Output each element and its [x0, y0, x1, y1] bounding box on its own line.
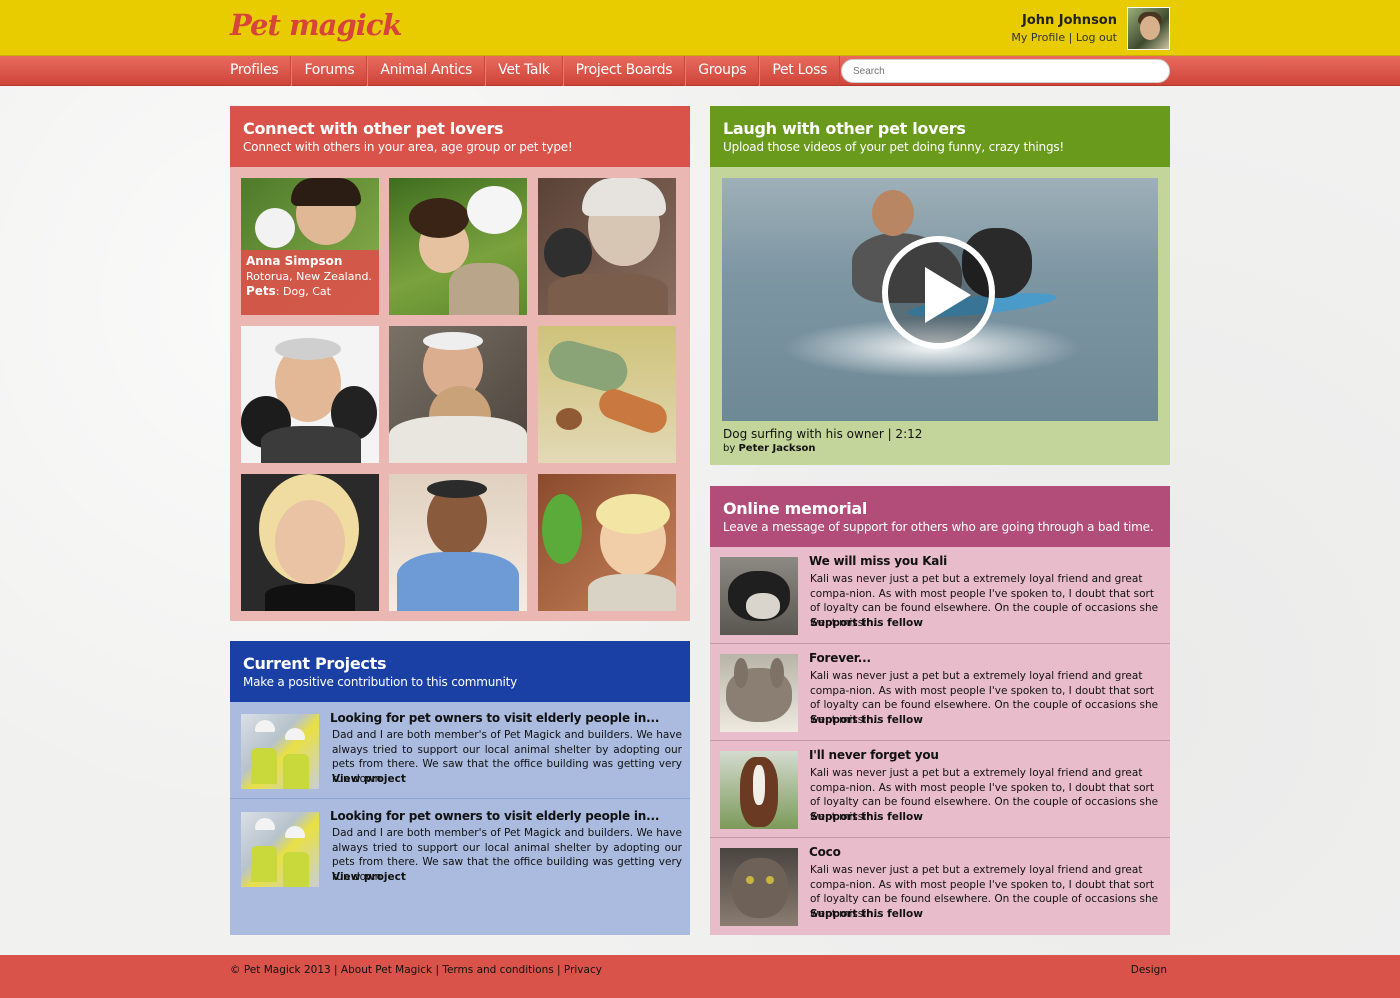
- video-author: by Peter Jackson: [723, 443, 816, 454]
- projects-panel: Current Projects Make a positive contrib…: [230, 641, 690, 935]
- video-author-name[interactable]: Peter Jackson: [738, 443, 815, 454]
- memorial-title-text[interactable]: Coco: [809, 845, 841, 859]
- terms-link[interactable]: Terms and conditions: [442, 964, 553, 976]
- support-link[interactable]: Support this fellow: [810, 714, 923, 726]
- memorial-thumbnail[interactable]: [720, 557, 798, 635]
- support-link[interactable]: Support this fellow: [810, 617, 923, 629]
- avatar[interactable]: [1127, 7, 1170, 50]
- connect-panel-header: Connect with other pet lovers Connect wi…: [230, 106, 690, 167]
- site-logo[interactable]: Pet magick: [230, 8, 402, 42]
- project-thumbnail[interactable]: [241, 714, 319, 789]
- projects-panel-header: Current Projects Make a positive contrib…: [230, 641, 690, 702]
- featured-profile-name[interactable]: Anna Simpson: [246, 254, 342, 268]
- profile-tile[interactable]: Anna Simpson Rotorua, New Zealand. Pets:…: [241, 178, 379, 315]
- user-links: My Profile | Log out: [1011, 31, 1117, 44]
- privacy-link[interactable]: Privacy: [564, 964, 602, 976]
- laugh-panel: Laugh with other pet lovers Upload those…: [710, 106, 1170, 465]
- memorial-item: Coco Kali was never just a pet but a ext…: [710, 838, 1170, 935]
- footer-separator: |: [432, 964, 443, 976]
- memorial-thumbnail[interactable]: [720, 848, 798, 926]
- featured-profile-card: Anna Simpson Rotorua, New Zealand. Pets:…: [241, 250, 379, 315]
- nav-item-vet-talk[interactable]: Vet Talk: [485, 56, 563, 86]
- video-player[interactable]: [722, 178, 1158, 421]
- design-link[interactable]: Design: [1131, 964, 1167, 976]
- search-input[interactable]: [841, 59, 1170, 83]
- projects-subtitle: Make a positive contribution to this com…: [243, 675, 518, 689]
- laugh-title[interactable]: Laugh with other pet lovers: [723, 119, 1157, 138]
- project-title[interactable]: Looking for pet owners to visit elderly …: [330, 711, 659, 725]
- my-profile-link[interactable]: My Profile: [1011, 31, 1065, 44]
- project-title[interactable]: Looking for pet owners to visit elderly …: [330, 809, 659, 823]
- project-item: Looking for pet owners to visit elderly …: [230, 800, 690, 897]
- memorial-subtitle: Leave a message of support for others wh…: [723, 520, 1154, 534]
- log-out-link[interactable]: Log out: [1076, 31, 1117, 44]
- profile-tile[interactable]: [389, 474, 527, 611]
- memorial-title[interactable]: Online memorial: [723, 499, 1157, 518]
- project-item: Looking for pet owners to visit elderly …: [230, 702, 690, 799]
- connect-panel: Connect with other pet lovers Connect wi…: [230, 106, 690, 621]
- profile-tile[interactable]: [389, 326, 527, 463]
- nav-item-project-boards[interactable]: Project Boards: [562, 56, 686, 86]
- top-header: Pet magick John Johnson My Profile | Log…: [0, 0, 1400, 56]
- nav-item-forums[interactable]: Forums: [291, 56, 368, 86]
- connect-title[interactable]: Connect with other pet lovers: [243, 119, 677, 138]
- laugh-subtitle: Upload those videos of your pet doing fu…: [723, 140, 1065, 154]
- footer-separator: |: [553, 964, 564, 976]
- user-name[interactable]: John Johnson: [1022, 13, 1117, 28]
- video-by-label: by: [723, 443, 739, 454]
- featured-profile-pets: : Dog, Cat: [275, 285, 331, 298]
- profile-tile[interactable]: [241, 474, 379, 611]
- memorial-item: We will miss you Kali Kali was never jus…: [710, 547, 1170, 644]
- laugh-panel-header: Laugh with other pet lovers Upload those…: [710, 106, 1170, 167]
- view-project-link[interactable]: View project: [332, 871, 406, 883]
- connect-subtitle: Connect with others in your area, age gr…: [243, 140, 573, 154]
- memorial-item: I'll never forget you Kali was never jus…: [710, 741, 1170, 838]
- profile-tile[interactable]: [538, 326, 676, 463]
- featured-profile-pets-label: Pets: [246, 284, 276, 298]
- profile-tile[interactable]: [241, 326, 379, 463]
- copyright: © Pet Magick 2013: [230, 964, 331, 976]
- nav-items: Profiles Forums Animal Antics Vet Talk P…: [230, 56, 841, 86]
- nav-item-profiles[interactable]: Profiles: [230, 56, 292, 86]
- nav-item-animal-antics[interactable]: Animal Antics: [367, 56, 486, 86]
- memorial-title-text[interactable]: We will miss you Kali: [809, 554, 947, 568]
- profile-tile[interactable]: [538, 474, 676, 611]
- play-icon[interactable]: [882, 236, 995, 349]
- memorial-panel-header: Online memorial Leave a message of suppo…: [710, 486, 1170, 547]
- project-thumbnail[interactable]: [241, 812, 319, 887]
- footer-links: © Pet Magick 2013 | About Pet Magick | T…: [230, 964, 602, 976]
- memorial-title-text[interactable]: I'll never forget you: [809, 748, 939, 762]
- memorial-title-text[interactable]: Forever...: [809, 651, 871, 665]
- about-link[interactable]: About Pet Magick: [341, 964, 432, 976]
- support-link[interactable]: Support this fellow: [810, 811, 923, 823]
- memorial-thumbnail[interactable]: [720, 751, 798, 829]
- profile-tile[interactable]: [538, 178, 676, 315]
- featured-profile-location: Rotorua, New Zealand.: [246, 270, 372, 283]
- nav-item-groups[interactable]: Groups: [685, 56, 760, 86]
- footer-separator: |: [330, 964, 341, 976]
- view-project-link[interactable]: View project: [332, 773, 406, 785]
- video-caption[interactable]: Dog surfing with his owner | 2:12: [723, 427, 922, 441]
- projects-title[interactable]: Current Projects: [243, 654, 677, 673]
- footer: © Pet Magick 2013 | About Pet Magick | T…: [0, 955, 1400, 998]
- main-nav: Profiles Forums Animal Antics Vet Talk P…: [0, 56, 1400, 86]
- user-links-separator: |: [1068, 31, 1073, 44]
- nav-item-pet-loss[interactable]: Pet Loss: [759, 56, 841, 86]
- profile-tile[interactable]: [389, 178, 527, 315]
- memorial-item: Forever... Kali was never just a pet but…: [710, 644, 1170, 741]
- memorial-thumbnail[interactable]: [720, 654, 798, 732]
- memorial-panel: Online memorial Leave a message of suppo…: [710, 486, 1170, 935]
- support-link[interactable]: Support this fellow: [810, 908, 923, 920]
